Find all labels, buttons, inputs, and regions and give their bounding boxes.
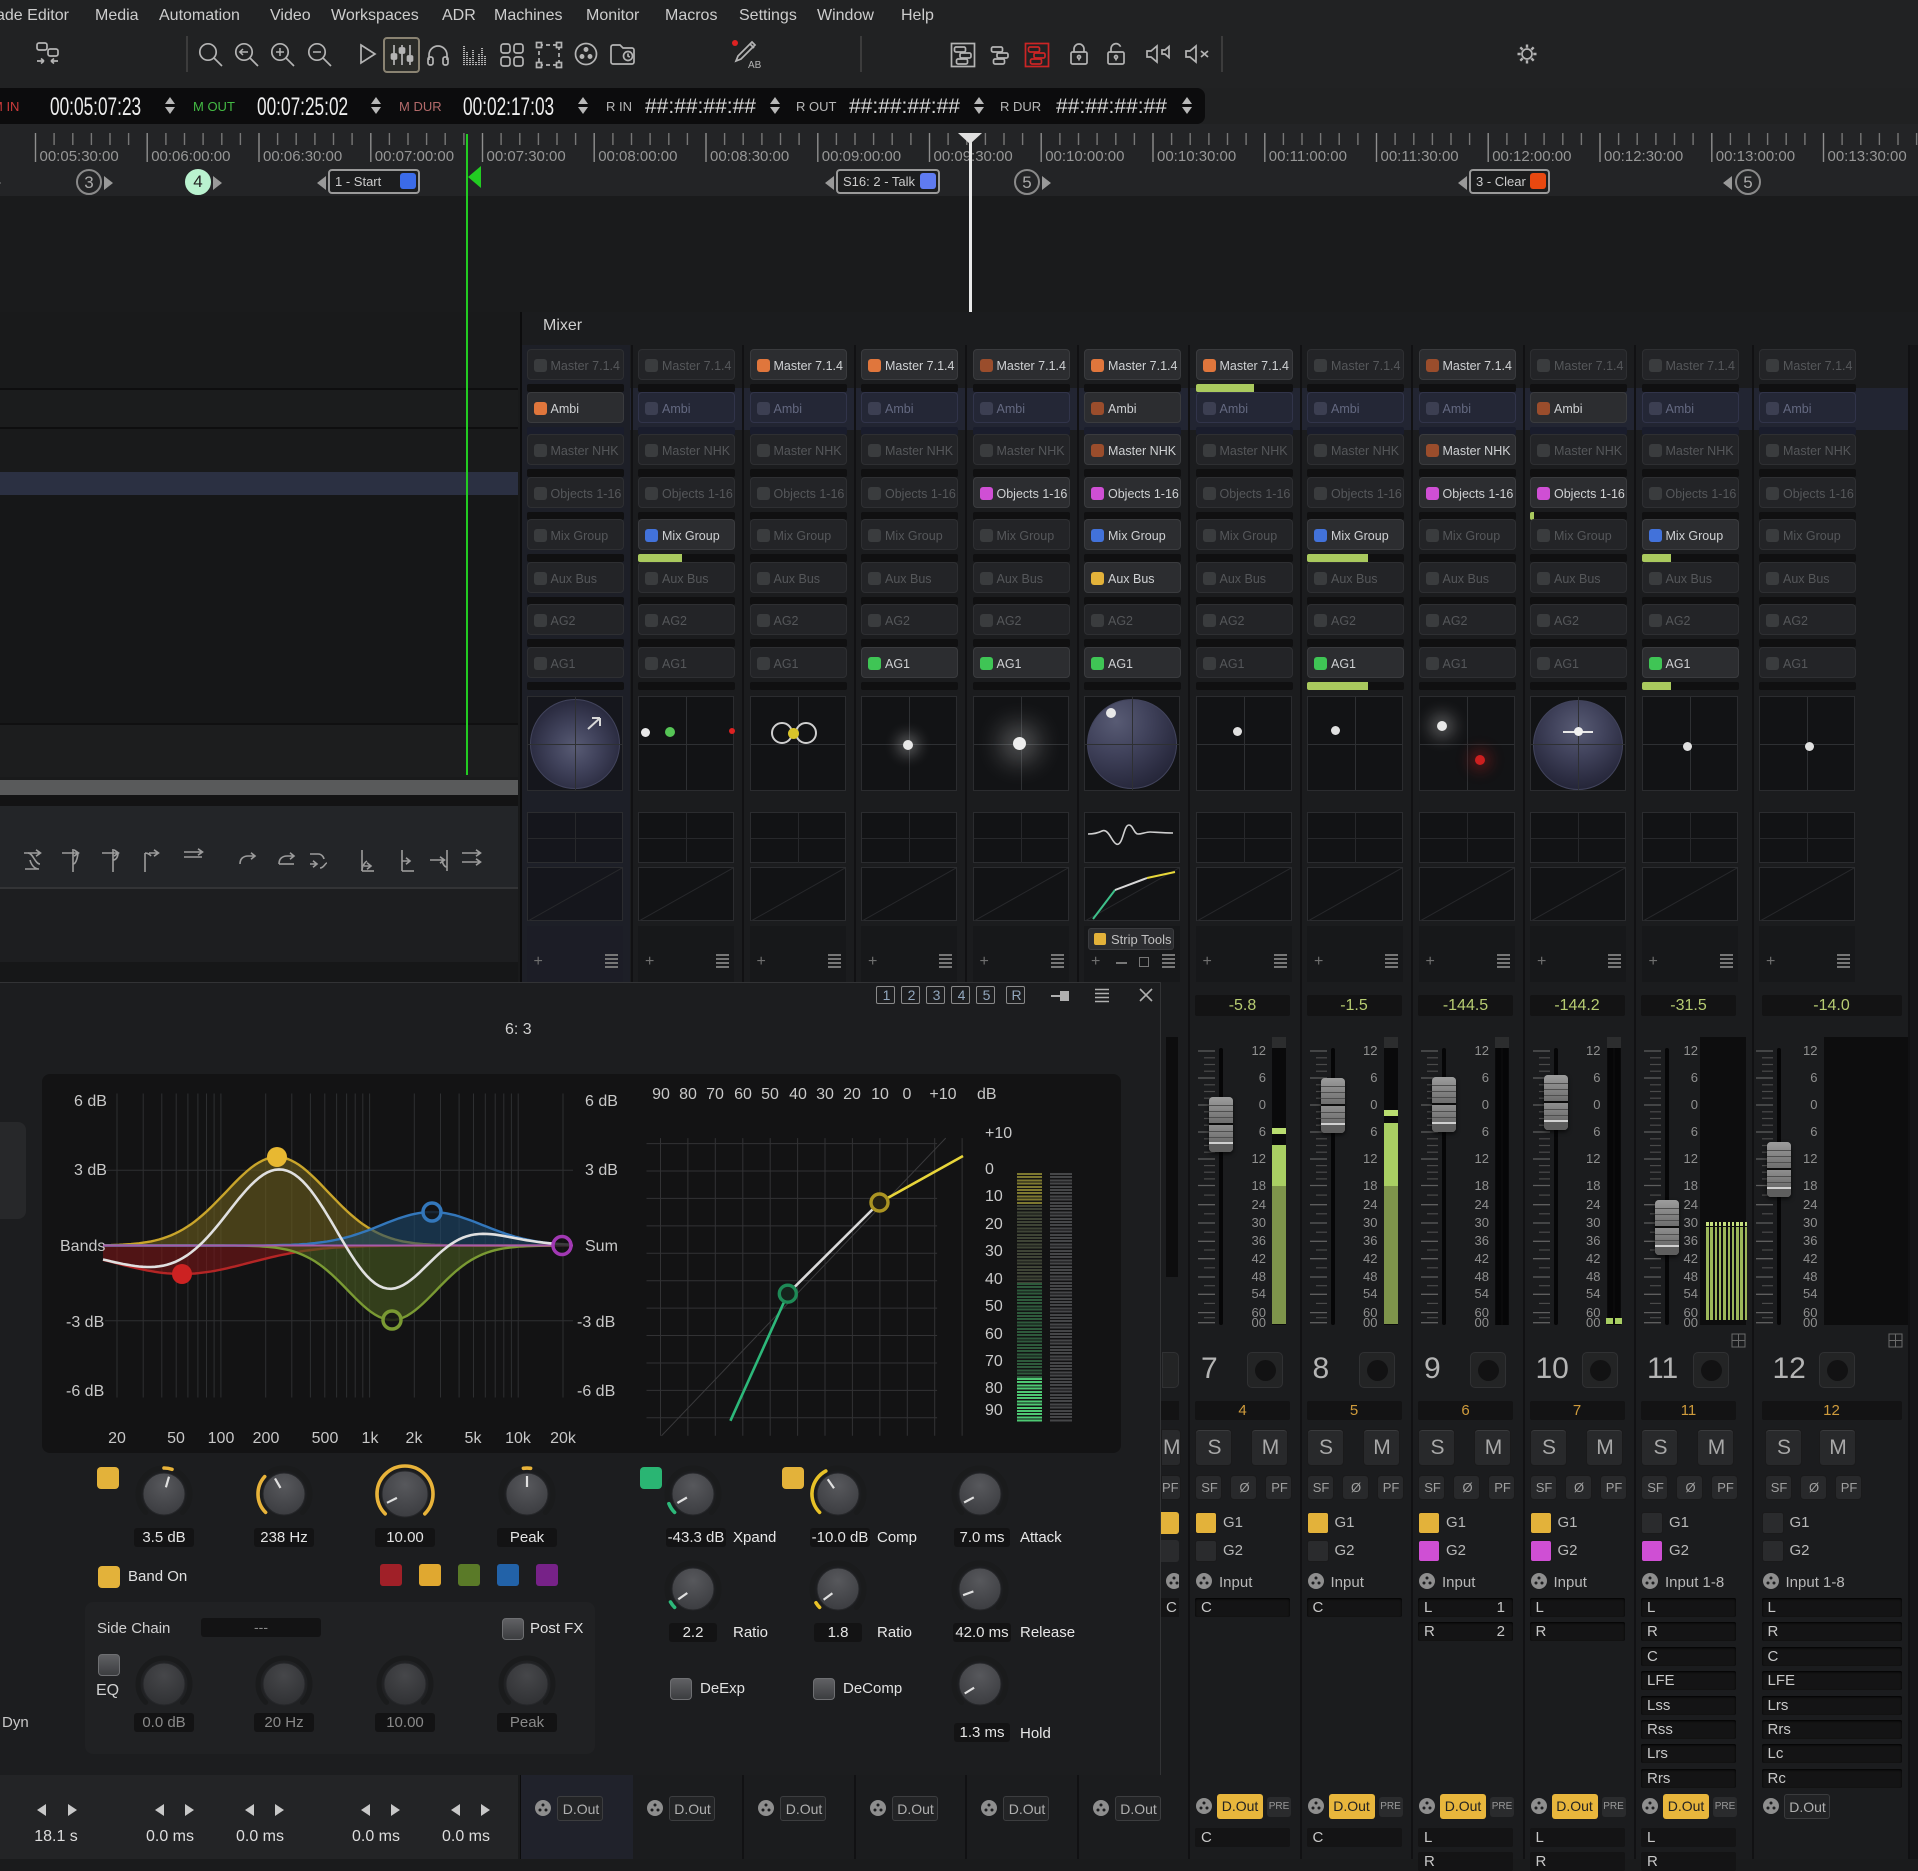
- svg-text:00:07:00:00: 00:07:00:00: [375, 148, 454, 165]
- svg-text:00:10:00:00: 00:10:00:00: [1045, 148, 1124, 165]
- svg-text:00:06:00:00: 00:06:00:00: [151, 148, 230, 165]
- svg-text:00:13:00:00: 00:13:00:00: [1716, 148, 1795, 165]
- svg-text:00:06:30:00: 00:06:30:00: [263, 148, 342, 165]
- svg-text:00:08:30:00: 00:08:30:00: [710, 148, 789, 165]
- svg-text:00:07:30:00: 00:07:30:00: [487, 148, 566, 165]
- svg-text:00:11:30:00: 00:11:30:00: [1381, 148, 1459, 165]
- svg-text:00:12:30:00: 00:12:30:00: [1604, 148, 1683, 165]
- svg-text:00:09:30:00: 00:09:30:00: [934, 148, 1013, 165]
- svg-text:00:10:30:00: 00:10:30:00: [1157, 148, 1236, 165]
- svg-text:00:09:00:00: 00:09:00:00: [822, 148, 901, 165]
- svg-text:00:13:30:00: 00:13:30:00: [1828, 148, 1907, 165]
- svg-text:AB: AB: [748, 60, 762, 71]
- svg-text:00:11:00:00: 00:11:00:00: [1269, 148, 1347, 165]
- svg-text:00:05:30:00: 00:05:30:00: [40, 148, 119, 165]
- svg-text:00:08:00:00: 00:08:00:00: [598, 148, 677, 165]
- svg-text:00:12:00:00: 00:12:00:00: [1492, 148, 1571, 165]
